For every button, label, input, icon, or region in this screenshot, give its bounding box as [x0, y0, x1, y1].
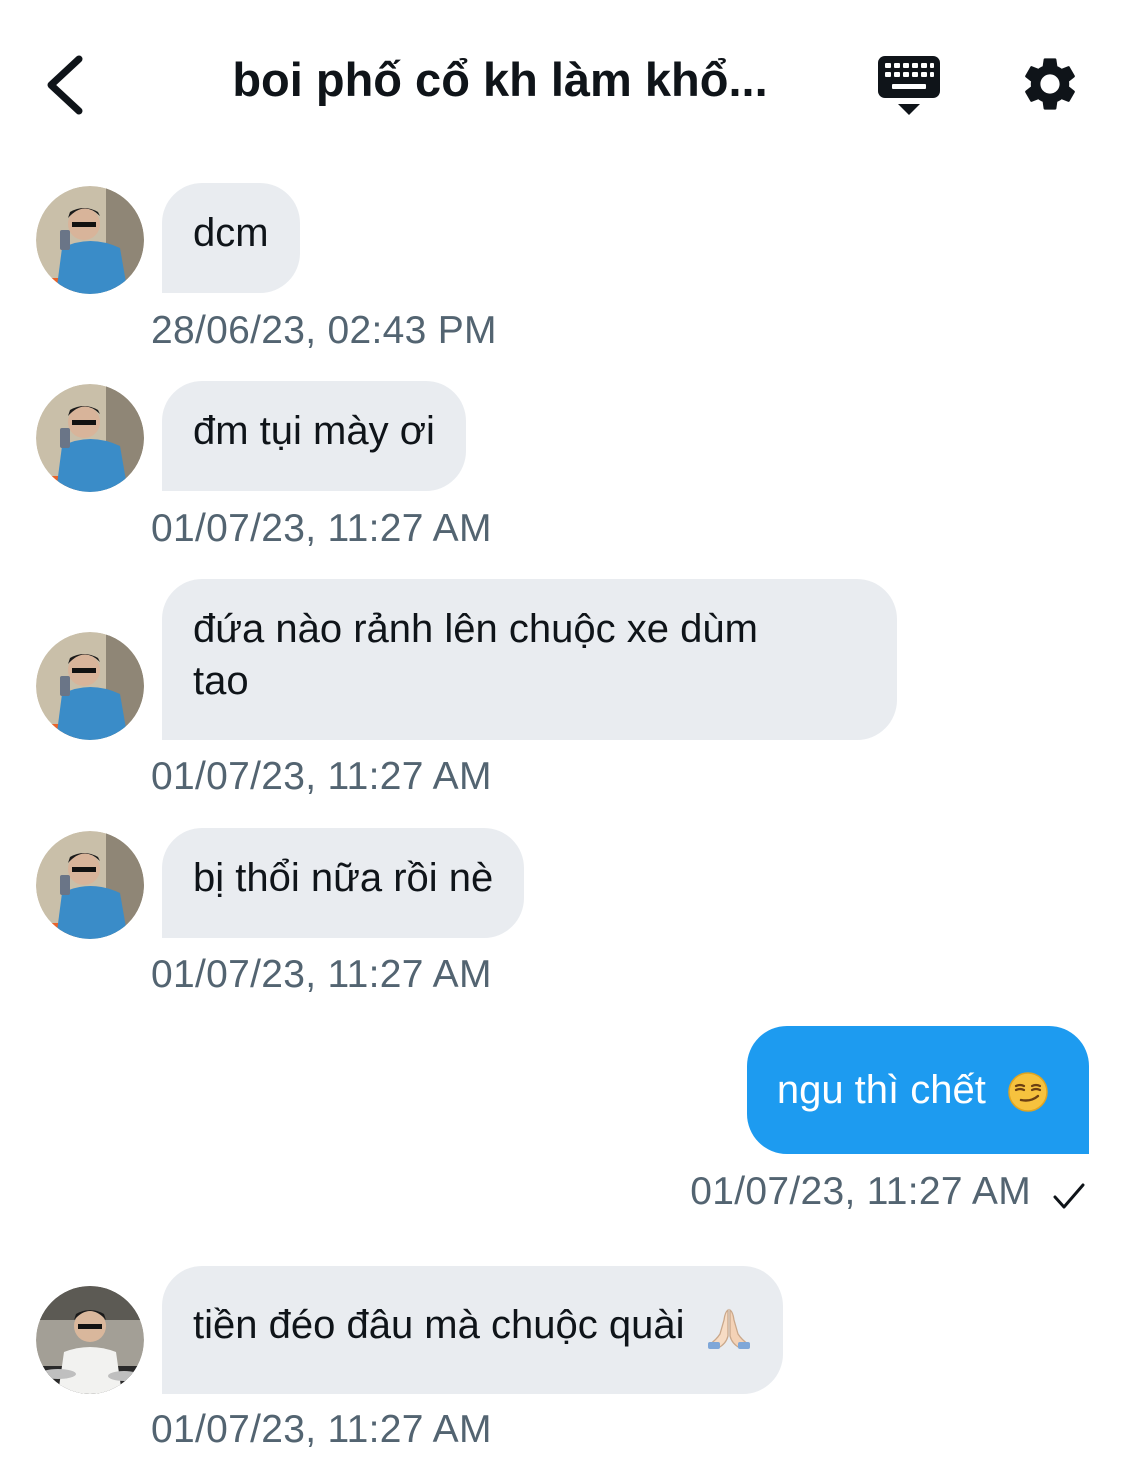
- keyboard-toggle-button[interactable]: [870, 52, 950, 122]
- avatar[interactable]: [36, 1286, 144, 1394]
- gear-icon: [1025, 58, 1075, 110]
- message-timestamp: 01/07/23, 11:27 AM: [151, 507, 492, 550]
- message-bubble[interactable]: bị thổi nữa rồi nè: [162, 828, 525, 938]
- message-bubble[interactable]: đm tụi mày ơi: [162, 381, 466, 491]
- smirking-face-icon: [1008, 1072, 1048, 1113]
- avatar[interactable]: [36, 831, 144, 939]
- message-bubble-outgoing[interactable]: ngu thì chết: [746, 1026, 1089, 1154]
- sender-avatar-image: [36, 632, 144, 740]
- message-timestamp: 01/07/23, 11:27 AM: [151, 1408, 492, 1451]
- message-bubble[interactable]: dcm: [162, 183, 300, 293]
- sender-avatar-image: [36, 1286, 144, 1394]
- message-text: đm tụi mày ơi: [193, 409, 435, 453]
- message-bubble[interactable]: tiền đéo đâu mà chuộc quài: [162, 1266, 783, 1394]
- message-text: ngu thì chết: [776, 1068, 986, 1112]
- keyboard-icon: [878, 56, 940, 115]
- chevron-left-icon: [47, 55, 83, 115]
- conversation-title[interactable]: boi phố cổ kh làm khổ...: [160, 52, 840, 107]
- checkmark-icon: [1053, 1183, 1085, 1209]
- message-bubble[interactable]: đứa nào rảnh lên chuộc xe dùm tao: [162, 579, 897, 740]
- message-text: dcm: [193, 211, 269, 255]
- message-text-line: tao: [193, 659, 249, 703]
- message-text-line: đứa nào rảnh lên chuộc xe dùm: [193, 607, 758, 651]
- settings-button[interactable]: [1018, 52, 1088, 122]
- message-timestamp: 01/07/23, 11:27 AM: [690, 1170, 1031, 1213]
- sender-avatar-image: [36, 384, 144, 492]
- message-timestamp: 28/06/23, 02:43 PM: [151, 309, 497, 352]
- message-timestamp: 01/07/23, 11:27 AM: [151, 755, 492, 798]
- avatar[interactable]: [36, 186, 144, 294]
- sender-avatar-image: [36, 186, 144, 294]
- conversation-header: boi phố cổ kh làm khổ...: [0, 0, 1125, 170]
- back-button[interactable]: [30, 45, 100, 125]
- avatar[interactable]: [36, 384, 144, 492]
- folded-hands-icon: [707, 1309, 750, 1350]
- sender-avatar-image: [36, 831, 144, 939]
- message-text: bị thổi nữa rồi nè: [193, 856, 494, 900]
- avatar[interactable]: [36, 632, 144, 740]
- message-text: tiền đéo đâu mà chuộc quài: [193, 1303, 685, 1347]
- message-timestamp: 01/07/23, 11:27 AM: [151, 953, 492, 996]
